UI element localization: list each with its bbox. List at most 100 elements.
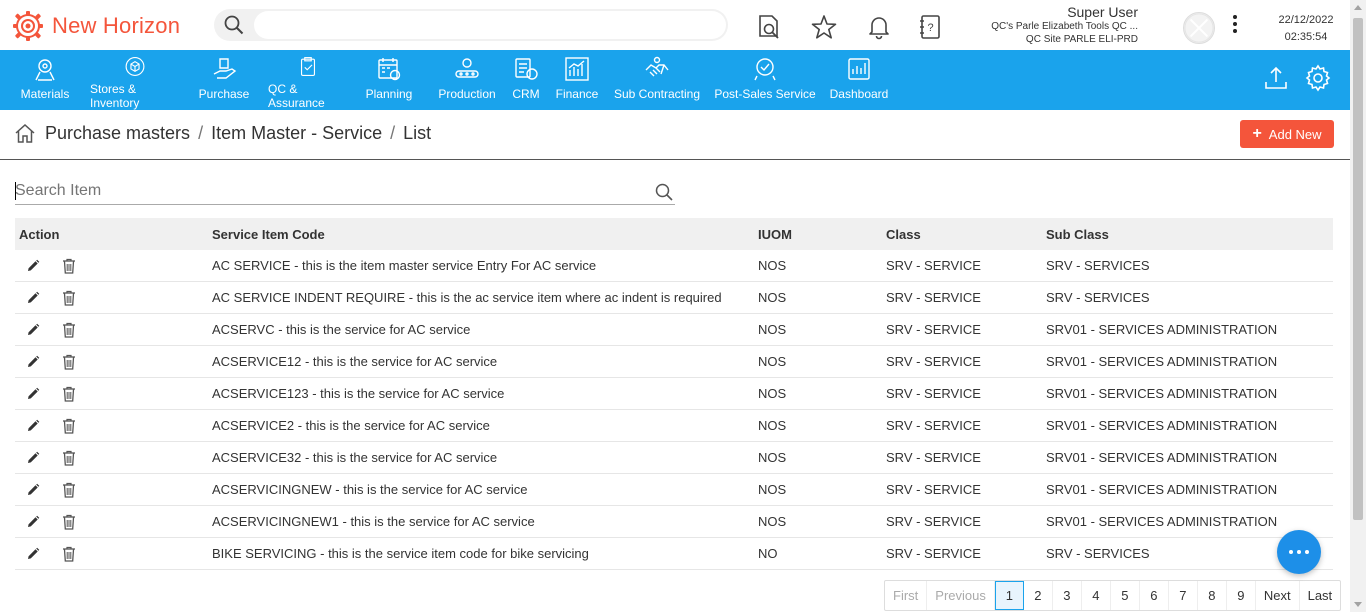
upload-icon[interactable] (1262, 64, 1290, 92)
settings-gear-icon[interactable] (1304, 64, 1332, 92)
delete-trash-icon[interactable] (62, 322, 76, 338)
page-button-4[interactable]: 4 (1082, 581, 1111, 610)
delete-trash-icon[interactable] (62, 290, 76, 306)
delete-trash-icon[interactable] (62, 514, 76, 530)
delete-trash-icon[interactable] (62, 450, 76, 466)
nav-label: Planning (365, 87, 413, 101)
row-actions (15, 418, 212, 434)
document-search-icon[interactable] (756, 14, 782, 40)
nav-item-materials[interactable]: Materials (0, 50, 90, 110)
cell-sub-class: SRV01 - SERVICES ADMINISTRATION (1046, 450, 1278, 465)
nav-item-qc-assurance[interactable]: QC & Assurance (268, 50, 348, 110)
page-first-button[interactable]: First (885, 581, 928, 610)
nav-label: CRM (512, 87, 540, 101)
edit-pencil-icon[interactable] (26, 259, 40, 273)
delete-trash-icon[interactable] (62, 418, 76, 434)
edit-pencil-icon[interactable] (26, 387, 40, 401)
nav-item-stores-inventory[interactable]: Stores & Inventory (90, 50, 180, 110)
nav-item-finance[interactable]: Finance (548, 50, 606, 110)
edit-pencil-icon[interactable] (26, 291, 40, 305)
nav-item-crm[interactable]: CRM (504, 50, 548, 110)
page-button-5[interactable]: 5 (1111, 581, 1140, 610)
page-last-button[interactable]: Last (1300, 581, 1341, 610)
page-previous-button[interactable]: Previous (927, 581, 995, 610)
global-search-input[interactable] (254, 11, 726, 39)
header-service-item-code[interactable]: Service Item Code (212, 227, 758, 242)
avatar[interactable] (1183, 12, 1215, 44)
delete-trash-icon[interactable] (62, 258, 76, 274)
table-row[interactable]: AC SERVICE INDENT REQUIRE - this is the … (15, 282, 1333, 314)
cell-class: SRV - SERVICE (886, 290, 981, 305)
page-button-8[interactable]: 8 (1198, 581, 1227, 610)
breadcrumb-separator: / (198, 122, 204, 143)
page-button-6[interactable]: 6 (1140, 581, 1169, 610)
edit-pencil-icon[interactable] (26, 355, 40, 369)
row-actions (15, 514, 212, 530)
nav-item-dashboard[interactable]: Dashboard (822, 50, 896, 110)
svg-text:?: ? (927, 22, 933, 34)
nav-label: Production (438, 87, 496, 101)
page-next-button[interactable]: Next (1256, 581, 1300, 610)
user-info[interactable]: Super User QC's Parle Elizabeth Tools QC… (991, 4, 1138, 46)
table-row[interactable]: ACSERVICE2 - this is the service for AC … (15, 410, 1333, 442)
search-item-input[interactable] (15, 180, 635, 202)
help-notebook-icon[interactable]: ? (918, 14, 944, 40)
logo[interactable]: New Horizon (12, 10, 180, 42)
home-icon[interactable] (14, 122, 36, 144)
page-button-1[interactable]: 1 (994, 581, 1024, 610)
table-row[interactable]: ACSERVC - this is the service for AC ser… (15, 314, 1333, 346)
table-row[interactable]: ACSERVICE12 - this is the service for AC… (15, 346, 1333, 378)
vertical-scrollbar[interactable] (1350, 0, 1366, 612)
page-button-2[interactable]: 2 (1024, 581, 1053, 610)
header-class[interactable]: Class (886, 227, 1046, 242)
page-button-3[interactable]: 3 (1053, 581, 1082, 610)
cell-iuom: NOS (758, 418, 787, 433)
scroll-down-arrow[interactable] (1354, 602, 1362, 607)
edit-pencil-icon[interactable] (26, 483, 40, 497)
cell-sub-class: SRV01 - SERVICES ADMINISTRATION (1046, 418, 1278, 433)
header-iuom[interactable]: IUOM (758, 227, 886, 242)
bell-icon[interactable] (866, 14, 892, 40)
page-button-9[interactable]: 9 (1227, 581, 1256, 610)
nav-item-planning[interactable]: Planning (348, 50, 430, 110)
dashboard-icon (848, 58, 870, 80)
edit-pencil-icon[interactable] (26, 419, 40, 433)
user-site: QC Site PARLE ELI-PRD (1025, 34, 1138, 45)
table-row[interactable]: ACSERVICE123 - this is the service for A… (15, 378, 1333, 410)
edit-pencil-icon[interactable] (26, 547, 40, 561)
scroll-up-arrow[interactable] (1354, 5, 1362, 10)
global-search[interactable] (214, 9, 728, 41)
table-row[interactable]: ACSERVICINGNEW - this is the service for… (15, 474, 1333, 506)
nav-item-production[interactable]: Production (430, 50, 504, 110)
table-row[interactable]: BIKE SERVICING - this is the service ite… (15, 538, 1333, 570)
row-actions (15, 546, 212, 562)
delete-trash-icon[interactable] (62, 482, 76, 498)
delete-trash-icon[interactable] (62, 546, 76, 562)
cell-service-item-code: ACSERVC - this is the service for AC ser… (212, 322, 471, 337)
breadcrumb-purchase-masters[interactable]: Purchase masters (45, 123, 190, 144)
chat-button[interactable] (1277, 530, 1321, 574)
add-new-button[interactable]: + Add New (1240, 120, 1334, 148)
table-row[interactable]: ACSERVICINGNEW1 - this is the service fo… (15, 506, 1333, 538)
edit-pencil-icon[interactable] (26, 451, 40, 465)
header-action: Action (19, 226, 60, 242)
page-button-7[interactable]: 7 (1169, 581, 1198, 610)
star-icon[interactable] (811, 14, 837, 40)
table-row[interactable]: ACSERVICE32 - this is the service for AC… (15, 442, 1333, 474)
header-sub-class[interactable]: Sub Class (1046, 227, 1333, 242)
nav-item-sub-contracting[interactable]: Sub Contracting (606, 50, 708, 110)
scroll-thumb[interactable] (1353, 18, 1363, 520)
nav-item-purchase[interactable]: Purchase (180, 50, 268, 110)
nav-item-post-sales-service[interactable]: Post-Sales Service (708, 50, 822, 110)
current-date: 22/12/2022 (1278, 14, 1334, 26)
table-row[interactable]: AC SERVICE - this is the item master ser… (15, 250, 1333, 282)
edit-pencil-icon[interactable] (26, 323, 40, 337)
search-icon[interactable] (224, 15, 244, 35)
purchase-icon (213, 58, 237, 79)
more-vertical-icon[interactable] (1230, 12, 1240, 36)
edit-pencil-icon[interactable] (26, 515, 40, 529)
delete-trash-icon[interactable] (62, 354, 76, 370)
search-icon[interactable] (655, 183, 673, 201)
breadcrumb-item-master-service[interactable]: Item Master - Service (211, 123, 382, 144)
delete-trash-icon[interactable] (62, 386, 76, 402)
